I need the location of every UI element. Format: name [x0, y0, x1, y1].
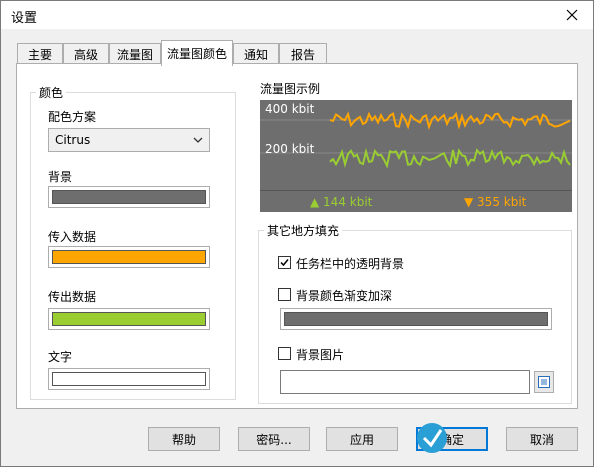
text-label: 文字: [48, 350, 73, 364]
background-image-label: 背景图片: [296, 348, 345, 362]
traffic-graph-preview: 400 kbit 200 kbit ▲ 144 kbit ▼ 355 kbit: [260, 100, 572, 212]
tab-traffic-graph[interactable]: 流量图: [109, 43, 161, 65]
close-button[interactable]: [557, 3, 587, 27]
outgoing-swatch: [52, 312, 206, 326]
text-swatch: [52, 372, 206, 386]
graph-rate-bar: ▲ 144 kbit ▼ 355 kbit: [260, 190, 572, 212]
preview-title: 流量图示例: [260, 82, 321, 96]
tab-main[interactable]: 主要: [17, 43, 63, 65]
gradient-color-button[interactable]: [280, 308, 552, 330]
checkmark-icon: [280, 259, 289, 267]
gradient-swatch: [284, 312, 548, 326]
colors-group-title: 颜色: [36, 84, 67, 101]
fill-group-title: 其它地方填充: [264, 222, 343, 239]
incoming-rate: ▲ 144 kbit: [310, 195, 373, 209]
incoming-series-line: [329, 147, 571, 169]
incoming-color-button[interactable]: [48, 246, 210, 268]
window-title: 设置: [11, 11, 38, 26]
gradient-checkbox[interactable]: [278, 288, 291, 301]
outgoing-rate: ▼ 355 kbit: [464, 195, 527, 209]
chevron-down-icon: [193, 137, 203, 143]
background-swatch: [52, 190, 206, 204]
transparent-taskbar-label: 任务栏中的透明背景: [296, 257, 405, 271]
incoming-swatch: [52, 250, 206, 264]
tab-notify[interactable]: 通知: [233, 43, 279, 65]
graph-mid-label: 200 kbit: [265, 142, 315, 156]
background-color-button[interactable]: [48, 186, 210, 208]
close-icon: [566, 9, 578, 21]
password-button[interactable]: 密码...: [238, 427, 310, 451]
incoming-label: 传入数据: [48, 230, 97, 244]
scheme-select[interactable]: Citrus: [48, 128, 210, 152]
browse-file-icon: [538, 376, 550, 388]
background-image-path-input[interactable]: [280, 370, 530, 394]
tab-report[interactable]: 报告: [279, 43, 327, 65]
transparent-taskbar-checkbox[interactable]: [278, 256, 291, 269]
apply-button[interactable]: 应用: [326, 427, 398, 451]
background-label: 背景: [48, 170, 73, 184]
tab-advanced[interactable]: 高级: [63, 43, 109, 65]
gradient-label: 背景颜色渐变加深: [296, 289, 393, 303]
graph-top-label: 400 kbit: [265, 102, 315, 116]
scheme-label: 配色方案: [48, 110, 97, 124]
text-color-button[interactable]: [48, 368, 210, 390]
tab-graph-colors[interactable]: 流量图颜色: [161, 40, 233, 66]
help-button[interactable]: 帮助: [148, 427, 220, 451]
background-image-checkbox[interactable]: [278, 347, 291, 360]
outgoing-label: 传出数据: [48, 290, 97, 304]
title-bar: 设置: [1, 1, 593, 29]
browse-image-button[interactable]: [534, 371, 554, 393]
outgoing-color-button[interactable]: [48, 308, 210, 330]
watermark-logo: [414, 418, 584, 463]
scheme-value: Citrus: [55, 133, 91, 147]
